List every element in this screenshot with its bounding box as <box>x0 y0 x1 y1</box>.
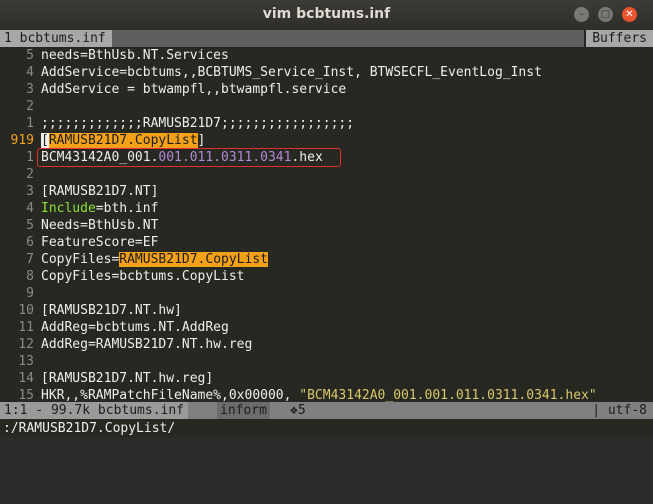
minimize-icon[interactable]: – <box>574 7 589 22</box>
line-text: needs=BthUsb.NT.Services <box>41 48 229 63</box>
title-bar: vim bcbtums.inf – □ ✕ <box>0 0 653 30</box>
line-number: 4 <box>26 65 34 80</box>
bracket-close: ] <box>197 133 206 148</box>
line-number: 5 <box>26 218 34 233</box>
code-line: 2 <box>0 166 41 183</box>
line-text: ;;;;;;;;;;;;;RAMUSB21D7;;;;;;;;;;;;;;;;; <box>41 116 355 131</box>
code-line: 9 <box>0 285 41 302</box>
status-encoding: | utf-8 <box>592 403 647 418</box>
tab-line: 1 bcbtums.inf Buffers <box>0 30 653 47</box>
cursor: [ <box>41 133 49 148</box>
code-line: 4 Include=bth.inf <box>0 200 158 217</box>
line-text: [RAMUSB21D7.NT.hw] <box>41 303 182 318</box>
editor-area[interactable]: 5 needs=BthUsb.NT.Services 4 AddService=bc… <box>0 47 653 403</box>
line-number: 7 <box>26 252 34 267</box>
buffers-label[interactable]: Buffers <box>584 30 653 47</box>
search-match: RAMUSB21D7.CopyList <box>48 133 198 148</box>
status-filetype: inform <box>217 402 270 419</box>
line-text: [RAMUSB21D7.NT] <box>41 184 159 199</box>
line-number: 11 <box>18 320 34 335</box>
code-line-current: 919 [RAMUSB21D7.CopyList] <box>0 132 205 149</box>
code-line: 5 needs=BthUsb.NT.Services <box>0 47 229 64</box>
code-line: 3 AddService = btwampfl,,btwampfl.service <box>0 81 346 98</box>
code-line: 10 [RAMUSB21D7.NT.hw] <box>0 302 182 319</box>
code-line: 13 <box>0 353 41 370</box>
line-number: 8 <box>26 269 34 284</box>
line-text: AddService=bcbtums,,BCBTUMS_Service_Inst… <box>41 65 542 80</box>
code-line: 11 AddReg=bcbtums.NT.AddReg <box>0 319 229 336</box>
window-title: vim bcbtums.inf <box>262 6 391 22</box>
code-line: 2 <box>0 98 41 115</box>
line-number: 4 <box>26 201 34 216</box>
code-line: 4 AddService=bcbtums,,BCBTUMS_Service_Ins… <box>0 64 542 81</box>
line-text: FeatureScore=EF <box>41 235 159 250</box>
line-text: AddReg=bcbtums.NT.AddReg <box>41 320 229 335</box>
code-line: 14 [RAMUSB21D7.NT.hw.reg] <box>0 370 213 387</box>
line-number: 1 <box>26 150 34 165</box>
line-number: 6 <box>26 235 34 250</box>
code-line: 5 Needs=BthUsb.NT <box>0 217 158 234</box>
status-file-info: 1:1 - 99.7k bcbtums.inf <box>0 402 189 419</box>
line-number: 1 <box>26 116 34 131</box>
line-number: 3 <box>26 184 34 199</box>
vim-window: vim bcbtums.inf – □ ✕ 1 bcbtums.inf Buff… <box>0 0 653 438</box>
code-line: 3 [RAMUSB21D7.NT] <box>0 183 158 200</box>
code-line: 12 AddReg=RAMUSB21D7.NT.hw.reg <box>0 336 252 353</box>
line-number: 14 <box>18 371 34 386</box>
code-line: 1 ;;;;;;;;;;;;;RAMUSB21D7;;;;;;;;;;;;;;;;… <box>0 115 354 132</box>
line-text: HKR,,%RAMPatchFileName%,0x00000, <box>41 388 300 403</box>
line-text: AddReg=RAMUSB21D7.NT.hw.reg <box>41 337 253 352</box>
line-number: 5 <box>26 48 34 63</box>
code-line: 8 CopyFiles=bcbtums.CopyList <box>0 268 245 285</box>
line-text: [RAMUSB21D7.NT.hw.reg] <box>41 371 214 386</box>
line-text: CopyFiles= <box>41 252 120 267</box>
tab-bcbtums-inf[interactable]: 1 bcbtums.inf <box>0 30 112 47</box>
line-text: CopyFiles=bcbtums.CopyList <box>41 269 245 284</box>
close-icon[interactable]: ✕ <box>622 7 637 22</box>
maximize-icon[interactable]: □ <box>598 7 613 22</box>
status-icon: ❖5 <box>290 403 306 418</box>
line-number: 2 <box>26 99 34 114</box>
code-line: 6 FeatureScore=EF <box>0 234 158 251</box>
status-line: 1:1 - 99.7k bcbtums.inf inform ❖5 | utf-… <box>0 402 653 419</box>
search-match: RAMUSB21D7.CopyList <box>119 252 268 267</box>
line-number: 2 <box>26 167 34 182</box>
keyword: Include <box>41 201 96 216</box>
command-line[interactable]: :/RAMUSB21D7.CopyList/ <box>0 419 653 438</box>
string-literal: "BCM43142A0_001.001.011.0311.0341.hex" <box>299 388 597 403</box>
line-text: Needs=BthUsb.NT <box>41 218 159 233</box>
line-text: =bth.inf <box>95 201 159 216</box>
line-number: 13 <box>18 354 34 369</box>
current-line-number: 919 <box>10 133 34 148</box>
line-number: 9 <box>26 286 34 301</box>
line-text: AddService = btwampfl,,btwampfl.service <box>41 82 347 97</box>
code-line: 7 CopyFiles=RAMUSB21D7.CopyList <box>0 251 268 268</box>
line-number: 12 <box>18 337 34 352</box>
line-number: 10 <box>18 303 34 318</box>
annotation-highlight-box <box>37 148 341 167</box>
line-number: 3 <box>26 82 34 97</box>
